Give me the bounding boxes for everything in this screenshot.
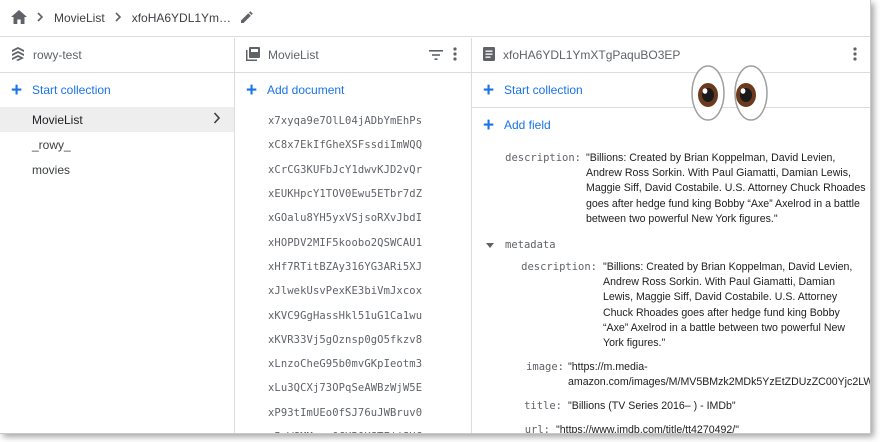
field-value-url[interactable]: "https://www.imdb.com/title/tt4270492/"	[556, 423, 739, 433]
add-document-button[interactable]: + Add document	[235, 73, 471, 107]
add-document-label: Add document	[267, 83, 345, 97]
plus-icon: +	[246, 79, 258, 101]
field-metadata-toggle[interactable]: metadata	[486, 236, 556, 254]
collection-title: MovieList	[268, 48, 319, 62]
collection-item-movies[interactable]: movies	[0, 157, 234, 182]
document-tools	[853, 38, 857, 73]
project-header: rowy-test	[0, 38, 234, 73]
start-collection-label: Start collection	[504, 83, 583, 97]
breadcrumb-document[interactable]: xfoHA6YDL1Ym…	[132, 11, 231, 25]
project-name: rowy-test	[33, 48, 82, 62]
field-key-image: image:	[526, 361, 564, 373]
plus-icon: +	[11, 79, 23, 101]
document-item[interactable]: xKVR33Vj5gOznsp0gO5fkzv8	[235, 328, 471, 352]
document-item[interactable]: xHf7RTitBZAy316YG3ARi5XJ	[235, 255, 471, 279]
document-item[interactable]: xP93tImUEo0fSJ76uJWBruv0	[235, 401, 471, 425]
document-id: xfoHA6YDL1YmXTgPaquBO3EP	[503, 48, 681, 62]
field-key-meta-description: description:	[521, 261, 597, 273]
field-key-title: title:	[524, 400, 562, 412]
start-collection-button[interactable]: + Start collection	[0, 73, 234, 107]
value-line: Maggie Siff, David Costabile. U.S. Attor…	[586, 182, 866, 195]
document-item[interactable]: xJlwekUsvPexKE3biVmJxcox	[235, 279, 471, 303]
value-line: "Billions: Created by Brian Koppelman, D…	[603, 261, 853, 273]
breadcrumb-collection[interactable]: MovieList	[54, 11, 105, 25]
document-item[interactable]: xCrCG3KUFbJcY1dwvKJD2vQr	[235, 158, 471, 182]
field-key-description: description:	[505, 152, 581, 164]
document-item[interactable]: xKVC9GgHassHkl51uG1Ca1wu	[235, 303, 471, 327]
pencil-icon[interactable]	[241, 10, 253, 26]
collection-icon	[246, 46, 260, 64]
breadcrumb: MovieList xfoHA6YDL1Ym…	[0, 0, 870, 37]
value-line: York figures."	[603, 337, 666, 350]
collection-item-label: movies	[32, 162, 71, 177]
more-vert-icon[interactable]	[853, 47, 857, 64]
plus-icon: +	[483, 114, 495, 136]
caret-down-icon	[486, 236, 494, 254]
collection-item-rowy[interactable]: _rowy_	[0, 132, 234, 157]
chevron-right-icon	[213, 111, 221, 128]
document-item[interactable]: x7xyqa9e7OlL04jADbYmEhPs	[235, 109, 471, 133]
plus-icon: +	[483, 79, 495, 101]
value-line: "Billions: Created by Brian Koppelman, D…	[586, 152, 836, 164]
document-item[interactable]: xLnzoCheG95b0mvGKpIeotm3	[235, 352, 471, 376]
collections-panel: rowy-test + Start collection MovieList _…	[0, 38, 235, 433]
document-item[interactable]: xC8x7EkIfGheXSFssdiImWQQ	[235, 133, 471, 157]
document-panel: xfoHA6YDL1YmXTgPaquBO3EP + Start collect…	[472, 38, 871, 433]
document-item[interactable]: xEUKHpcY1TOV0Ewu5ETbr7dZ	[235, 182, 471, 206]
field-key-metadata: metadata	[505, 239, 556, 251]
document-item[interactable]: xHOPDV2MIF5koobo2QSWCAU1	[235, 230, 471, 254]
firestore-console-window: MovieList xfoHA6YDL1Ym… rowy-test + Star…	[0, 0, 871, 434]
field-value-image[interactable]: "https://m.media- amazon.com/images/M/MV…	[568, 360, 871, 390]
value-line: Lewis, Maggie Siff, David Costabile. U.S…	[603, 291, 838, 304]
collection-item-label: MovieList	[32, 112, 83, 127]
collection-header: MovieList	[235, 38, 471, 73]
add-field-button[interactable]: + Add field	[472, 108, 870, 142]
value-line: goes after hedge fund king Bobby “Axe” A…	[586, 197, 860, 210]
start-collection-button[interactable]: + Start collection	[472, 73, 870, 107]
document-item[interactable]: xGOalu8YH5yxVSjsoRXvJbdI	[235, 206, 471, 230]
value-line: between two powerful New York figures."	[586, 212, 778, 225]
start-collection-label: Start collection	[32, 83, 111, 97]
field-value-title[interactable]: "Billions (TV Series 2016– ) - IMDb"	[568, 399, 736, 414]
value-line: "https://m.media-	[568, 361, 648, 373]
documents-panel: MovieList + Add document x7xyqa9e7OlL04j…	[235, 38, 472, 433]
document-item[interactable]: xLu3QCXj73OPqSeAWBzWjW5E	[235, 376, 471, 400]
chevron-right-icon	[115, 11, 122, 25]
value-line: Chuck Rhoades goes after hedge fund king…	[603, 306, 840, 319]
collection-item-label: _rowy_	[32, 137, 71, 152]
field-value-description[interactable]: "Billions: Created by Brian Koppelman, D…	[586, 151, 870, 227]
add-field-label: Add field	[504, 118, 551, 132]
document-item[interactable]: xPcWSMMmuaOCKBOKSTEjjSHC	[235, 425, 471, 433]
document-list: x7xyqa9e7OlL04jADbYmEhPs xC8x7EkIfGheXSF…	[235, 107, 471, 433]
more-vert-icon[interactable]	[453, 47, 457, 64]
field-value-meta-description[interactable]: "Billions: Created by Brian Koppelman, D…	[603, 260, 865, 351]
collection-tools	[429, 38, 457, 73]
value-line: Andrew Ross Sorkin. With Paul Giamatti, …	[586, 167, 851, 180]
value-line: Andrew Ross Sorkin. With Paul Giamatti, …	[603, 276, 835, 289]
eyes-emoji	[689, 64, 771, 122]
document-icon	[483, 46, 495, 64]
collection-item-movielist[interactable]: MovieList	[0, 107, 234, 132]
field-key-url: url:	[524, 424, 550, 433]
chevron-right-icon	[37, 11, 44, 25]
firestore-icon	[11, 46, 25, 64]
value-line: “Axe” Axelrod in a battle between two po…	[603, 321, 846, 334]
home-icon[interactable]	[11, 9, 27, 27]
document-header: xfoHA6YDL1YmXTgPaquBO3EP	[472, 38, 870, 73]
value-line: amazon.com/images/M/MV5BMzk2MDk5YzEtZDUz…	[568, 376, 871, 389]
filter-icon[interactable]	[429, 49, 443, 63]
